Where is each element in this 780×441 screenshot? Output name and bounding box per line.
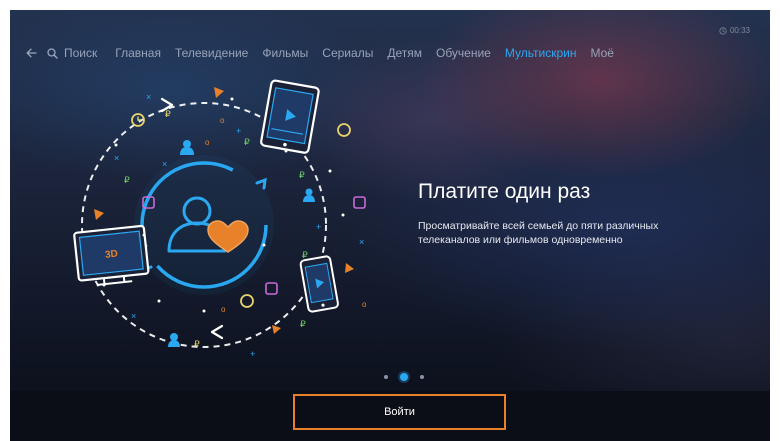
svg-text:o: o xyxy=(221,305,226,314)
login-button[interactable]: Войти xyxy=(293,394,506,430)
svg-text:₽: ₽ xyxy=(124,175,130,185)
svg-text:₽: ₽ xyxy=(302,250,308,260)
clock-time: 00:33 xyxy=(729,26,750,35)
svg-text:₽: ₽ xyxy=(300,319,306,329)
svg-text:×: × xyxy=(162,159,167,169)
top-navigation: Поиск Главная Телевидение Фильмы Сериалы… xyxy=(26,44,628,62)
svg-text:o: o xyxy=(362,300,367,309)
svg-text:₽: ₽ xyxy=(165,109,171,119)
svg-text:o: o xyxy=(220,116,225,125)
slide-description: Просматривайте всей семьей до пяти разли… xyxy=(418,220,659,246)
phone-icon xyxy=(299,255,339,313)
pagination-dot-active[interactable] xyxy=(400,373,408,381)
svg-text:₽: ₽ xyxy=(299,170,305,180)
multiscreen-illustration: 3D ₽ ₽ ₽ ₽ ₽ ₽ ₽ o o o o × × + × + × + × xyxy=(73,79,367,359)
nav-item-tv[interactable]: Телевидение xyxy=(175,46,248,60)
pagination-dot[interactable] xyxy=(384,375,388,379)
nav-item-mine[interactable]: Моё xyxy=(591,46,614,60)
nav-item-movies[interactable]: Фильмы xyxy=(262,46,308,60)
svg-text:₽: ₽ xyxy=(244,137,250,147)
tablet-icon xyxy=(260,79,320,154)
pagination-dots xyxy=(378,373,430,381)
clock: 00:33 xyxy=(719,26,750,35)
svg-text:×: × xyxy=(146,92,151,102)
nav-item-kids[interactable]: Детям xyxy=(387,46,422,60)
search-icon[interactable] xyxy=(47,47,58,59)
arrow-left-icon[interactable] xyxy=(26,48,37,58)
svg-text:+: + xyxy=(316,222,321,232)
svg-text:×: × xyxy=(114,153,119,163)
clock-icon xyxy=(719,26,727,35)
tv-icon: 3D xyxy=(73,224,150,286)
nav-item-search[interactable]: Поиск xyxy=(64,46,97,60)
nav-item-home[interactable]: Главная xyxy=(115,46,161,60)
nav-item-multiscreen[interactable]: Мультискрин xyxy=(505,46,577,60)
svg-text:×: × xyxy=(359,237,364,247)
svg-text:₽: ₽ xyxy=(194,339,200,349)
svg-text:+: + xyxy=(250,349,255,359)
nav-item-education[interactable]: Обучение xyxy=(436,46,491,60)
nav-item-series[interactable]: Сериалы xyxy=(322,46,373,60)
slide-headline: Платите один раз xyxy=(418,180,591,203)
tv-screen-label: 3D xyxy=(105,249,119,261)
svg-text:+: + xyxy=(236,126,241,136)
pagination-dot[interactable] xyxy=(420,375,424,379)
svg-text:o: o xyxy=(205,138,210,147)
svg-text:×: × xyxy=(131,311,136,321)
multiscreen-promo-screen: Поиск Главная Телевидение Фильмы Сериалы… xyxy=(10,10,770,441)
